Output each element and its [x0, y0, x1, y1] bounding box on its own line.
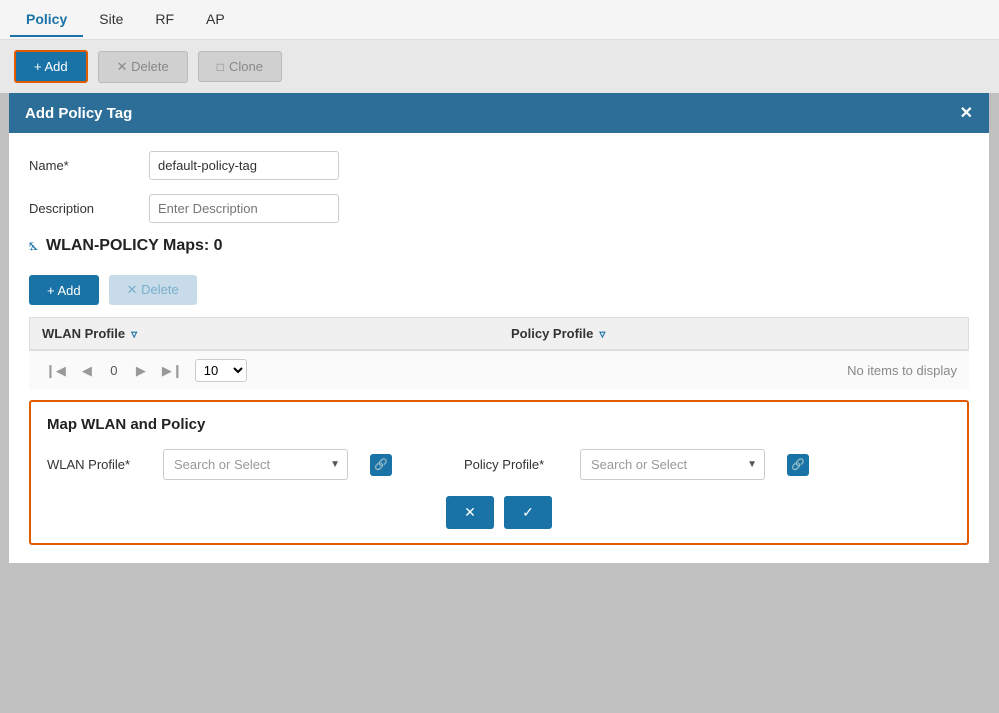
modal-close-button[interactable]: ✕ — [960, 103, 973, 123]
delete-button: ✕ Delete — [98, 51, 188, 83]
description-field-row: Description — [29, 194, 969, 223]
first-page-button[interactable]: ❙◀ — [41, 361, 70, 381]
modal-header: Add Policy Tag ✕ — [9, 93, 989, 133]
confirm-button[interactable]: ✓ — [504, 496, 552, 529]
tab-policy[interactable]: Policy — [10, 3, 83, 37]
tab-ap[interactable]: AP — [190, 3, 241, 37]
last-page-button[interactable]: ▶❙ — [158, 361, 187, 381]
modal-title: Add Policy Tag — [25, 105, 132, 122]
clone-button: □ Clone — [198, 51, 282, 82]
top-navigation: Policy Site RF AP — [0, 0, 999, 40]
chevron-down-icon[interactable]: ⦩ — [29, 237, 38, 255]
wlan-profile-column-header: WLAN Profile — [42, 326, 125, 341]
add-button[interactable]: + Add — [14, 50, 88, 83]
map-form-row: WLAN Profile* Search or Select ▼ 🔗 Polic… — [47, 449, 951, 480]
tab-site[interactable]: Site — [83, 3, 139, 37]
wlan-profile-label: WLAN Profile* — [47, 457, 147, 472]
policy-filter-icon[interactable]: ▿ — [599, 327, 605, 341]
next-page-button[interactable]: ▶ — [132, 361, 150, 381]
map-section-title: Map WLAN and Policy — [47, 416, 951, 433]
no-items-text: No items to display — [847, 363, 957, 378]
name-label: Name* — [29, 158, 149, 173]
pagination-row: ❙◀ ◀ 0 ▶ ▶❙ 10 25 50 100 No items to dis… — [29, 350, 969, 390]
cancel-button[interactable]: ✕ — [446, 496, 494, 529]
clone-icon: □ — [217, 60, 224, 74]
policy-profile-select-wrapper: Search or Select ▼ — [580, 449, 765, 480]
modal-body: Name* Description ⦩ WLAN-POLICY Maps: 0 … — [9, 133, 989, 563]
main-toolbar: + Add ✕ Delete □ Clone — [0, 40, 999, 93]
policy-profile-column-header: Policy Profile — [511, 326, 593, 341]
page-size-select[interactable]: 10 25 50 100 — [195, 359, 247, 382]
wlan-policy-table: WLAN Profile ▿ Policy Profile ▿ — [29, 317, 969, 350]
wlan-section-title: WLAN-POLICY Maps: 0 — [46, 237, 223, 255]
current-page: 0 — [104, 363, 124, 378]
wlan-sub-toolbar: + Add ✕ Delete — [29, 275, 969, 305]
add-policy-tag-modal: Add Policy Tag ✕ Name* Description ⦩ WLA… — [9, 93, 989, 563]
wlan-profile-select[interactable]: Search or Select — [163, 449, 348, 480]
action-buttons-row: ✕ ✓ — [47, 496, 951, 529]
policy-profile-select[interactable]: Search or Select — [580, 449, 765, 480]
wlan-section-header: ⦩ WLAN-POLICY Maps: 0 — [29, 237, 969, 261]
wlan-filter-icon[interactable]: ▿ — [131, 327, 137, 341]
policy-profile-label: Policy Profile* — [464, 457, 564, 472]
policy-link-icon[interactable]: 🔗 — [787, 454, 809, 476]
description-input[interactable] — [149, 194, 339, 223]
tab-rf[interactable]: RF — [139, 3, 190, 37]
description-label: Description — [29, 201, 149, 216]
name-input[interactable] — [149, 151, 339, 180]
wlan-profile-select-wrapper: Search or Select ▼ — [163, 449, 348, 480]
wlan-add-button[interactable]: + Add — [29, 275, 99, 305]
wlan-delete-button: ✕ Delete — [109, 275, 197, 305]
name-field-row: Name* — [29, 151, 969, 180]
wlan-link-icon[interactable]: 🔗 — [370, 454, 392, 476]
prev-page-button[interactable]: ◀ — [78, 361, 96, 381]
map-wlan-policy-section: Map WLAN and Policy WLAN Profile* Search… — [29, 400, 969, 545]
